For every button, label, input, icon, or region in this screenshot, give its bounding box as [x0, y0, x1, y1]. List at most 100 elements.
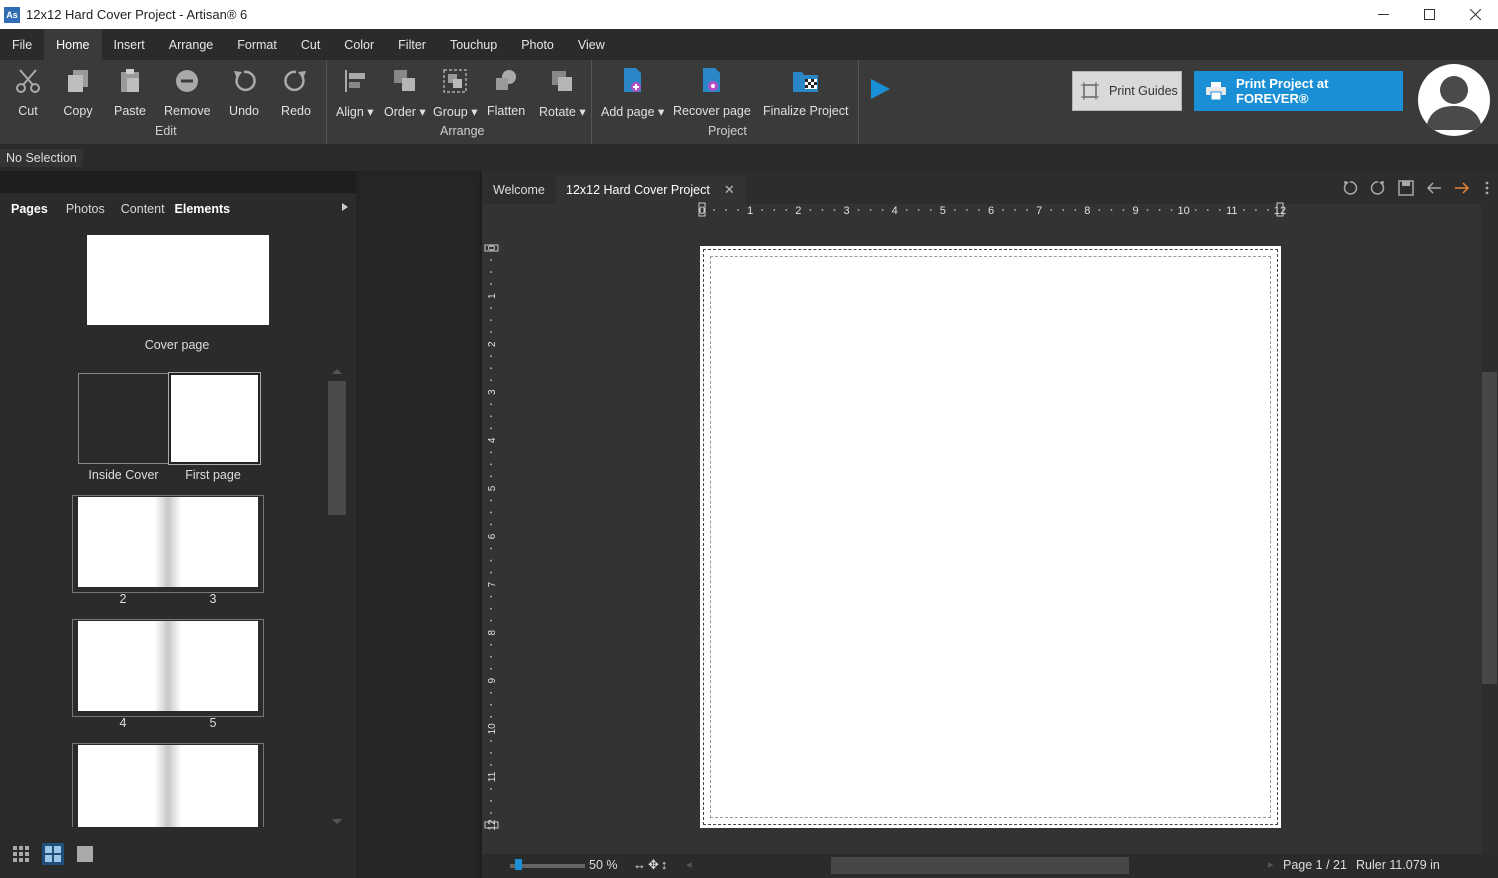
- recover-page-button[interactable]: Recover page: [673, 65, 751, 125]
- page-label-2: 2: [119, 592, 127, 606]
- edit-group-label: Edit: [155, 124, 177, 138]
- flatten-button[interactable]: Flatten: [487, 65, 525, 125]
- add-page-icon: [618, 65, 648, 97]
- more-options-icon[interactable]: [1476, 178, 1498, 198]
- order-button[interactable]: Order ▾: [384, 65, 426, 125]
- cover-page-thumb[interactable]: [87, 235, 269, 325]
- scroll-down-icon[interactable]: [332, 819, 342, 824]
- ruler-tick-label: 2: [487, 341, 498, 347]
- tab-content[interactable]: Content: [121, 202, 165, 216]
- minimize-icon[interactable]: [1360, 0, 1406, 29]
- page-thumb-6[interactable]: [78, 745, 168, 827]
- page-thumb-5[interactable]: [168, 621, 258, 711]
- vertical-scrollbar-thumb[interactable]: [1482, 372, 1497, 684]
- ruler-minor-tick: [490, 415, 492, 418]
- tab-pages[interactable]: Pages: [11, 202, 48, 216]
- close-icon[interactable]: [1452, 0, 1498, 29]
- maximize-icon[interactable]: [1406, 0, 1452, 29]
- cut-button[interactable]: Cut: [13, 65, 43, 125]
- fit-width-icon[interactable]: ↔: [633, 857, 646, 873]
- page-indicator: Page 1 / 21: [1283, 858, 1347, 872]
- horizontal-ruler: 0 1 2 3 4 5 6 7 8 9 10 11 12: [698, 202, 1286, 217]
- copy-button[interactable]: Copy: [63, 65, 93, 125]
- rotate-left-icon[interactable]: [1336, 178, 1364, 198]
- tab-welcome-label: Welcome: [493, 183, 545, 197]
- recover-page-icon: [697, 65, 727, 97]
- ruler-minor-tick: [1122, 209, 1125, 211]
- page-canvas[interactable]: [700, 246, 1281, 828]
- title-bar: As 12x12 Hard Cover Project - Artisan® 6: [0, 0, 1498, 29]
- menu-insert[interactable]: Insert: [102, 29, 157, 60]
- print-project-button[interactable]: Print Project at FOREVER®: [1194, 71, 1403, 111]
- menu-home[interactable]: Home: [44, 29, 102, 60]
- spread-2-3[interactable]: [72, 495, 264, 593]
- project-group-label: Project: [708, 124, 747, 138]
- small-grid-view-icon[interactable]: [10, 843, 32, 865]
- menu-file[interactable]: File: [0, 29, 44, 60]
- redo-button[interactable]: Redo: [281, 65, 311, 125]
- add-page-button[interactable]: Add page ▾: [601, 65, 664, 125]
- tab-elements[interactable]: Elements: [175, 202, 231, 216]
- ruler-minor-tick: [490, 788, 492, 790]
- ruler-tick-label: 9: [1132, 205, 1138, 217]
- previous-page-icon[interactable]: [1420, 178, 1448, 198]
- menu-format[interactable]: Format: [225, 29, 289, 60]
- tab-project[interactable]: 12x12 Hard Cover Project ✕: [556, 176, 745, 204]
- scroll-left-icon[interactable]: ◂: [686, 858, 692, 871]
- menu-cut[interactable]: Cut: [289, 29, 332, 60]
- save-icon[interactable]: [1392, 178, 1420, 198]
- page-thumb-2[interactable]: [78, 497, 168, 587]
- ruler-minor-tick: [1002, 209, 1004, 211]
- ruler-minor-tick: [1014, 209, 1016, 211]
- menu-photo[interactable]: Photo: [509, 29, 566, 60]
- remove-label: Remove: [164, 104, 211, 118]
- spread-4-5[interactable]: [72, 619, 264, 717]
- ruler-minor-tick: [490, 355, 492, 358]
- scroll-right-icon[interactable]: ▸: [1268, 858, 1274, 871]
- page-thumb-7[interactable]: [168, 745, 258, 827]
- ruler-minor-tick: [490, 571, 492, 574]
- page-thumb-4[interactable]: [78, 621, 168, 711]
- medium-grid-view-icon[interactable]: [42, 843, 64, 865]
- panel-scrollbar-thumb[interactable]: [328, 381, 346, 515]
- fit-height-icon[interactable]: ↕: [661, 857, 668, 873]
- large-view-icon[interactable]: [74, 843, 96, 865]
- ruler-minor-tick: [1050, 209, 1053, 211]
- align-icon: [340, 65, 370, 97]
- tab-photos[interactable]: Photos: [66, 202, 105, 216]
- page-thumb-3[interactable]: [168, 497, 258, 587]
- ruler-minor-tick: [490, 547, 492, 550]
- copy-label: Copy: [63, 104, 93, 118]
- menu-view[interactable]: View: [566, 29, 617, 60]
- close-tab-icon[interactable]: ✕: [724, 182, 735, 198]
- menu-touchup[interactable]: Touchup: [438, 29, 509, 60]
- tab-welcome[interactable]: Welcome: [483, 176, 555, 204]
- ruler-minor-tick: [490, 691, 492, 694]
- scroll-up-icon[interactable]: [332, 369, 342, 374]
- menu-color[interactable]: Color: [332, 29, 386, 60]
- group-label: Group ▾: [433, 105, 478, 119]
- inside-cover-thumb[interactable]: [78, 373, 169, 464]
- align-button[interactable]: Align ▾: [336, 65, 374, 125]
- user-avatar[interactable]: [1418, 64, 1490, 136]
- play-slideshow-icon[interactable]: [868, 77, 892, 104]
- ruler-minor-tick: [1062, 209, 1065, 211]
- arrange-group-label: Arrange: [440, 124, 485, 138]
- menu-arrange[interactable]: Arrange: [157, 29, 225, 60]
- undo-button[interactable]: Undo: [229, 65, 259, 125]
- panel-expand-icon[interactable]: [342, 203, 348, 211]
- group-button[interactable]: Group ▾: [433, 65, 478, 125]
- spread-6-7[interactable]: [72, 743, 264, 827]
- finalize-project-button[interactable]: Finalize Project: [763, 65, 848, 125]
- paste-button[interactable]: Paste: [114, 65, 146, 125]
- next-page-icon[interactable]: [1448, 178, 1476, 198]
- remove-button[interactable]: Remove: [164, 65, 211, 125]
- rotate-button[interactable]: Rotate ▾: [539, 65, 586, 125]
- first-page-thumb[interactable]: [168, 372, 261, 465]
- zoom-slider-handle[interactable]: [515, 859, 522, 870]
- fit-page-icon[interactable]: ✥: [648, 857, 659, 873]
- rotate-right-icon[interactable]: [1364, 178, 1392, 198]
- print-guides-button[interactable]: Print Guides: [1072, 71, 1182, 111]
- menu-filter[interactable]: Filter: [386, 29, 438, 60]
- horizontal-scrollbar-thumb[interactable]: [831, 857, 1129, 874]
